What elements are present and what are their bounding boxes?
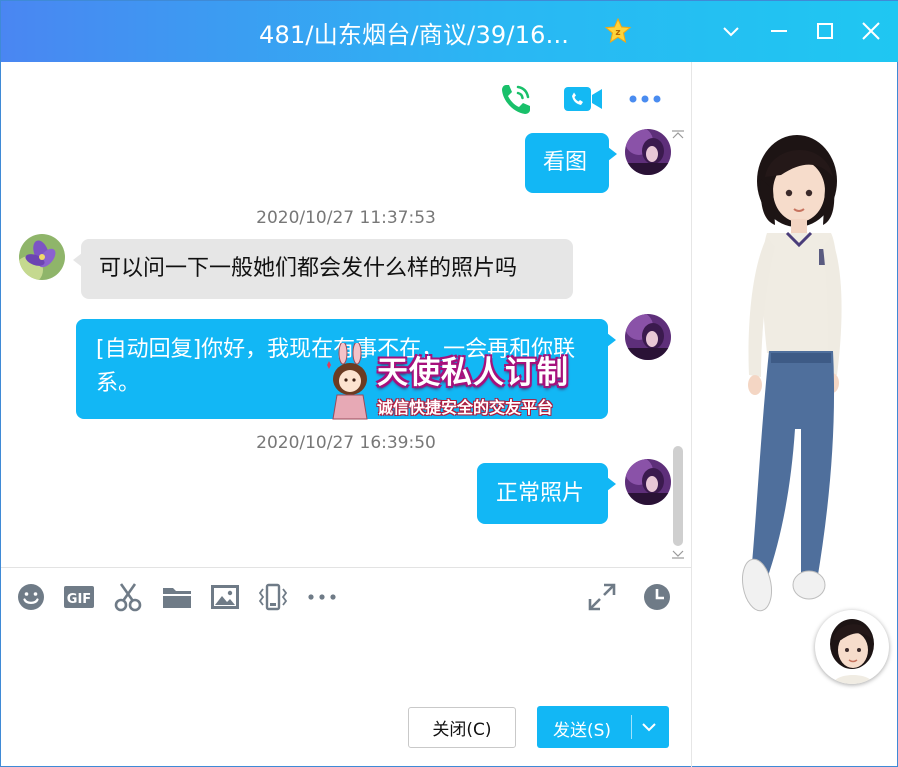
scrollbar-thumb[interactable] bbox=[673, 446, 683, 546]
scissors-icon[interactable] bbox=[112, 581, 144, 613]
chevron-down-icon[interactable] bbox=[639, 718, 659, 736]
window-title: 481/山东烟台/商议/39/16... bbox=[259, 21, 570, 49]
window-shake-icon[interactable] bbox=[257, 581, 289, 613]
title-bar[interactable]: 481/山东烟台/商议/39/16... z bbox=[1, 1, 898, 62]
more-tools-icon[interactable] bbox=[306, 581, 338, 613]
svg-text:z: z bbox=[615, 28, 620, 38]
phone-icon[interactable] bbox=[499, 81, 533, 117]
close-button-label: 关闭(C) bbox=[432, 720, 492, 740]
message-bubble-outgoing[interactable]: 看图 bbox=[525, 133, 617, 193]
chevron-down-icon[interactable] bbox=[718, 18, 744, 44]
avatar[interactable] bbox=[625, 459, 671, 505]
expand-icon[interactable] bbox=[586, 581, 618, 613]
close-button[interactable]: 关闭(C) bbox=[408, 707, 516, 748]
more-options-icon[interactable] bbox=[626, 81, 664, 117]
watermark-subtitle: 诚信快捷安全的交友平台 bbox=[377, 398, 554, 417]
mini-avatar[interactable] bbox=[815, 610, 889, 684]
send-button-label: 发送(S) bbox=[553, 721, 612, 741]
watermark-logo: 天使私人订制 诚信快捷安全的交友平台 bbox=[321, 343, 587, 421]
star-badge-icon[interactable]: z bbox=[605, 18, 631, 44]
svg-text:GIF: GIF bbox=[67, 592, 91, 607]
avatar[interactable] bbox=[625, 314, 671, 360]
minimize-icon[interactable] bbox=[766, 18, 792, 44]
watermark-title: 天使私人订制 bbox=[377, 355, 569, 391]
emoji-icon[interactable] bbox=[15, 581, 47, 613]
image-icon[interactable] bbox=[209, 581, 241, 613]
character-show-image[interactable] bbox=[721, 129, 881, 634]
avatar[interactable] bbox=[625, 129, 671, 175]
send-button[interactable]: 发送(S) bbox=[537, 706, 669, 748]
maximize-icon[interactable] bbox=[812, 18, 838, 44]
chat-window: 481/山东烟台/商议/39/16... z 看图 2020/10/27 11:… bbox=[0, 0, 898, 767]
history-clock-icon[interactable] bbox=[641, 581, 673, 613]
send-button-separator bbox=[631, 715, 632, 739]
video-call-icon[interactable] bbox=[563, 81, 603, 117]
folder-icon[interactable] bbox=[161, 581, 193, 613]
avatar[interactable] bbox=[19, 234, 65, 280]
close-icon[interactable] bbox=[858, 18, 884, 44]
message-timestamp: 2020/10/27 16:39:50 bbox=[256, 433, 436, 453]
pane-divider bbox=[691, 62, 692, 767]
scroll-down-icon[interactable] bbox=[671, 549, 685, 559]
gif-icon[interactable]: GIF bbox=[63, 581, 95, 613]
bunny-girl-icon bbox=[327, 343, 368, 420]
message-input[interactable] bbox=[5, 619, 685, 701]
message-bubble-outgoing[interactable]: 正常照片 bbox=[477, 463, 616, 524]
toolbar-divider bbox=[1, 567, 691, 568]
scroll-up-icon[interactable] bbox=[671, 130, 685, 140]
message-bubble-incoming[interactable]: 可以问一下一般她们都会发什么样的照片吗 bbox=[73, 239, 573, 299]
message-timestamp: 2020/10/27 11:37:53 bbox=[256, 208, 436, 228]
